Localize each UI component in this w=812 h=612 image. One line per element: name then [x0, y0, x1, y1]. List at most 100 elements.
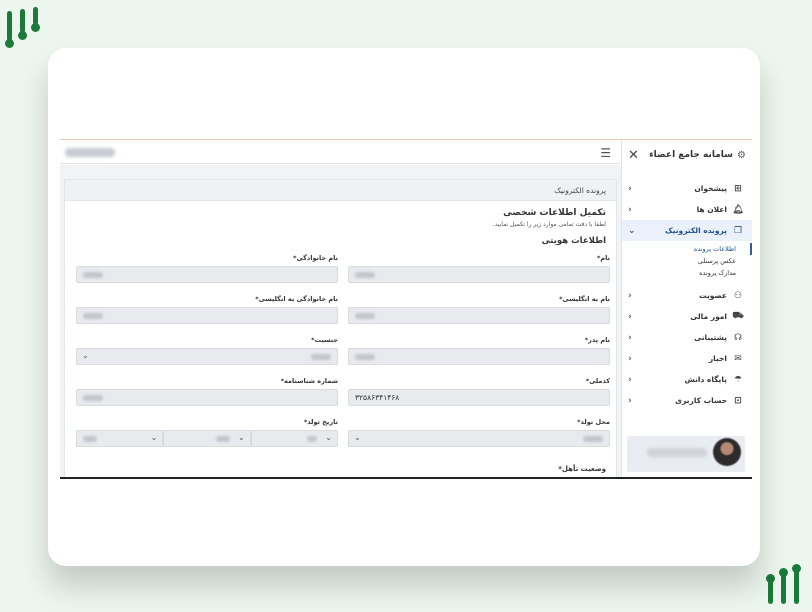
- birth-date-field: تاریخ تولد* ⌄ ⌄ ⌄: [76, 418, 338, 459]
- brand-redacted: [65, 148, 115, 157]
- sidebar-item-label: اعلان ها: [696, 205, 727, 214]
- chevron-down-icon: ⌄: [82, 351, 89, 360]
- user-add-icon: ⚇: [733, 290, 743, 301]
- section-title: اطلاعات هویتی: [541, 236, 606, 246]
- chevron-down-icon: ⌄: [237, 433, 245, 442]
- bell-icon: 🔔︎: [732, 204, 744, 215]
- close-icon[interactable]: ✕: [628, 148, 639, 163]
- birth-day-select[interactable]: ⌄: [250, 430, 338, 447]
- chevron-left-icon: ‹: [628, 290, 632, 301]
- father-name-input[interactable]: [348, 348, 610, 365]
- first-name-input[interactable]: [348, 266, 610, 283]
- gender-select[interactable]: ⌄: [76, 348, 338, 365]
- redacted-value: [83, 436, 97, 442]
- chevron-left-icon: ‹: [628, 374, 632, 385]
- chevron-left-icon: ‹: [628, 311, 632, 322]
- sidebar-item-label: پایگاه دانش: [684, 375, 727, 384]
- sidebar-item-membership[interactable]: ⚇ عضویت ‹: [622, 285, 752, 306]
- folder-icon: ❐: [733, 225, 743, 236]
- field-label: جنسیت*: [311, 336, 338, 344]
- redacted-value: [83, 272, 103, 278]
- sidebar-item-knowledge-base[interactable]: ☂ پایگاه دانش ‹: [622, 369, 752, 390]
- field-label: محل تولد*: [577, 418, 610, 426]
- chevron-left-icon: ‹: [628, 395, 632, 406]
- form-panel: پرونده الکترونیک تکمیل اطلاعات شخصی لطفا…: [64, 179, 617, 477]
- topbar: ☰: [60, 140, 621, 164]
- field-label: نام*: [596, 254, 610, 262]
- panel-header: پرونده الکترونیک: [65, 180, 616, 201]
- national-code-field: کدملی* ۳۲۵۸۶۳۴۱۴۶۸: [348, 377, 610, 418]
- field-label: نام خانوادگی*: [293, 254, 338, 262]
- id-number-field: شماره شناسنامه*: [76, 377, 338, 418]
- first-name-en-input[interactable]: [348, 307, 610, 324]
- profile-name-redacted: [647, 448, 707, 457]
- chevron-down-icon: ⌄: [354, 433, 361, 442]
- birth-place-field: محل تولد* ⌄: [348, 418, 610, 459]
- last-name-field: نام خانوادگی*: [76, 254, 338, 295]
- gender-field: جنسیت* ⌄: [76, 336, 338, 377]
- redacted-value: [83, 313, 103, 319]
- subnav-item-file-info[interactable]: اطلاعات پرونده: [622, 243, 752, 255]
- redacted-value: [83, 395, 103, 401]
- redacted-value: [215, 436, 230, 442]
- birth-month-select[interactable]: ⌄: [163, 430, 251, 447]
- chevron-down-icon: ⌄: [325, 433, 332, 442]
- sidebar-item-electronic-file[interactable]: ❐ پرونده الکترونیک ⌄: [622, 220, 752, 241]
- sidebar-subnav: اطلاعات پرونده عکس پرسنلی مدارک پرونده: [622, 241, 752, 285]
- marital-status-label: وضعیت تأهل*: [558, 465, 606, 473]
- user-profile-card[interactable]: [627, 436, 745, 472]
- chevron-left-icon: ‹: [628, 204, 632, 215]
- identity-form: نام* نام خانوادگی* نام به انگلیسی* نام خ…: [70, 254, 610, 459]
- sidebar: ⚙ سامانه جامع اعضاء ✕ ⊞ پیشخوان ‹ 🔔︎ اعل…: [621, 140, 752, 477]
- redacted-value: [355, 354, 375, 360]
- sidebar-title: ⚙ سامانه جامع اعضاء: [649, 150, 746, 161]
- id-number-input[interactable]: [76, 389, 338, 406]
- chevron-left-icon: ‹: [628, 353, 632, 364]
- page-description: لطفا با دقت تمامی موارد زیر را تکمیل نما…: [492, 221, 606, 228]
- field-label: کدملی*: [585, 377, 610, 385]
- chat-icon: ✉: [734, 353, 742, 364]
- sidebar-item-dashboard[interactable]: ⊞ پیشخوان ‹: [622, 178, 752, 199]
- birth-date-selects: ⌄ ⌄ ⌄: [76, 430, 338, 447]
- sidebar-item-news[interactable]: ✉ اخبار ‹: [622, 348, 752, 369]
- sidebar-nav: ⊞ پیشخوان ‹ 🔔︎ اعلان ها ‹ ❐ پرونده الکتر…: [622, 178, 752, 411]
- main-area: پرونده الکترونیک تکمیل اطلاعات شخصی لطفا…: [60, 165, 621, 477]
- sidebar-item-notifications[interactable]: 🔔︎ اعلان ها ‹: [622, 199, 752, 220]
- sidebar-item-support[interactable]: ☊ پشتیبانی ‹: [622, 327, 752, 348]
- last-name-en-field: نام خانوادگی به انگلیسی*: [76, 295, 338, 336]
- last-name-input[interactable]: [76, 266, 338, 283]
- birth-place-select[interactable]: ⌄: [348, 430, 610, 447]
- redacted-value: [311, 354, 331, 360]
- subnav-item-file-documents[interactable]: مدارک پرونده: [622, 267, 752, 279]
- sidebar-title-label: سامانه جامع اعضاء: [649, 150, 734, 160]
- panel-content: تکمیل اطلاعات شخصی لطفا با دقت تمامی موا…: [65, 201, 616, 246]
- redacted-value: [355, 272, 375, 278]
- sidebar-item-finance[interactable]: ⛟ امور مالی ‹: [622, 306, 752, 327]
- page-title: تکمیل اطلاعات شخصی: [503, 208, 606, 218]
- avatar: [713, 438, 741, 466]
- field-label: نام پدر*: [584, 336, 610, 344]
- sidebar-item-label: حساب کاربری: [675, 396, 727, 405]
- field-label: شماره شناسنامه*: [280, 377, 338, 385]
- field-label: نام به انگلیسی*: [559, 295, 610, 303]
- sidebar-item-label: اخبار: [708, 354, 727, 363]
- chevron-left-icon: ‹: [628, 183, 632, 194]
- hamburger-icon[interactable]: ☰: [600, 146, 611, 160]
- national-code-value: ۳۲۵۸۶۳۴۱۴۶۸: [355, 393, 400, 402]
- sidebar-item-account[interactable]: ⊡ حساب کاربری ‹: [622, 390, 752, 411]
- sidebar-item-label: پیشخوان: [694, 184, 727, 193]
- father-name-field: نام پدر*: [348, 336, 610, 377]
- national-code-input[interactable]: ۳۲۵۸۶۳۴۱۴۶۸: [348, 389, 610, 406]
- birth-year-select[interactable]: ⌄: [76, 430, 164, 447]
- redacted-value: [583, 436, 603, 442]
- headset-icon: ☊: [734, 332, 742, 343]
- sidebar-item-label: پشتیبانی: [694, 333, 727, 342]
- sidebar-item-label: پرونده الکترونیک: [664, 226, 727, 235]
- sidebar-item-label: عضویت: [699, 291, 727, 300]
- app-window: ⚙ سامانه جامع اعضاء ✕ ⊞ پیشخوان ‹ 🔔︎ اعل…: [60, 139, 752, 479]
- umbrella-icon: ☂: [733, 374, 743, 385]
- cart-icon: ⛟: [732, 311, 744, 321]
- subnav-item-personnel-photo[interactable]: عکس پرسنلی: [622, 255, 752, 267]
- brand-logo-icon: [766, 564, 806, 606]
- last-name-en-input[interactable]: [76, 307, 338, 324]
